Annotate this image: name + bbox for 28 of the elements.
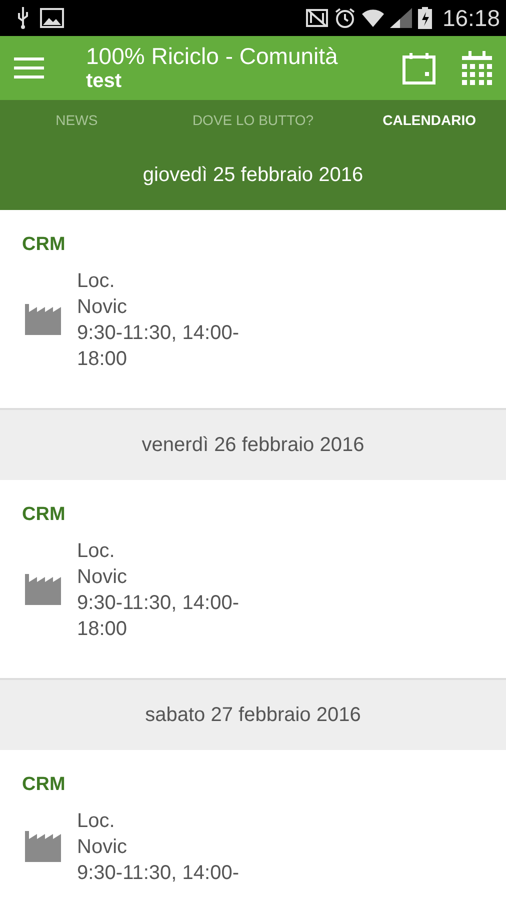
event-name: CRM bbox=[22, 234, 66, 256]
factory-icon bbox=[25, 304, 63, 336]
nfc-icon bbox=[306, 8, 328, 28]
date-header[interactable]: venerdì 26 febbraio 2016 bbox=[0, 408, 506, 480]
date-header[interactable]: giovedì 25 febbraio 2016 bbox=[0, 140, 506, 210]
battery-icon bbox=[418, 7, 432, 29]
event-name: CRM bbox=[22, 774, 66, 796]
tab[interactable]: CALENDARIO bbox=[352, 112, 506, 128]
event-location-hours: Loc. Novic 9:30-11:30, 14:00- bbox=[77, 809, 239, 886]
image-icon bbox=[40, 8, 64, 28]
alarm-icon bbox=[334, 7, 356, 29]
date-header[interactable]: sabato 27 febbraio 2016 bbox=[0, 678, 506, 750]
factory-icon bbox=[25, 574, 63, 606]
calendar-icon[interactable] bbox=[402, 51, 436, 85]
calendar-grid-icon[interactable] bbox=[462, 51, 492, 85]
tab[interactable]: NEWS bbox=[0, 112, 154, 128]
signal-icon bbox=[390, 8, 412, 28]
event-location-hours: Loc. Novic 9:30-11:30, 14:00- 18:00 bbox=[77, 269, 239, 372]
menu-icon[interactable] bbox=[14, 57, 44, 79]
event-name: CRM bbox=[22, 504, 66, 526]
wifi-icon bbox=[362, 8, 384, 28]
usb-icon bbox=[16, 7, 30, 29]
app-title: 100% Riciclo - Comunità bbox=[86, 43, 339, 70]
event-location-hours: Loc. Novic 9:30-11:30, 14:00- 18:00 bbox=[77, 539, 239, 642]
clock-time: 16:18 bbox=[442, 4, 500, 32]
factory-icon bbox=[25, 831, 63, 863]
tab[interactable]: DOVE LO BUTTO? bbox=[153, 112, 353, 128]
app-subtitle: test bbox=[86, 70, 123, 93]
